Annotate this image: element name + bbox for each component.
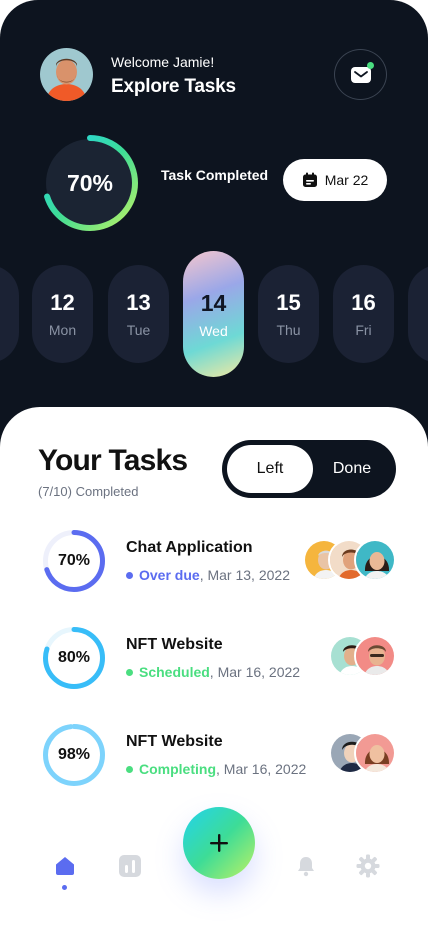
- day-number: 13: [126, 290, 151, 315]
- notification-dot: [367, 62, 374, 69]
- welcome-text: Welcome Jamie!: [111, 54, 215, 70]
- day-label: Fri: [355, 322, 372, 338]
- active-nav-indicator: [62, 885, 67, 890]
- gear-icon: [356, 854, 380, 878]
- section-title: Your Tasks: [38, 444, 188, 477]
- task-date: , Mar 16, 2022: [216, 761, 307, 777]
- chart-icon: [119, 855, 141, 877]
- page-title: Explore Tasks: [111, 76, 236, 97]
- day-number: 16: [351, 290, 376, 315]
- completed-count: (7/10) Completed: [38, 484, 139, 499]
- day-item-wed-selected[interactable]: 14 Wed: [183, 251, 244, 377]
- task-meta: Completing, Mar 16, 2022: [126, 761, 306, 777]
- selected-date: Mar 22: [324, 172, 369, 188]
- day-item-thu[interactable]: 15 Thu: [258, 265, 319, 363]
- task-date: , Mar 16, 2022: [209, 664, 301, 680]
- task-status: Scheduled: [139, 664, 210, 680]
- filter-left-button[interactable]: Left: [227, 445, 313, 493]
- assignee-avatar[interactable]: [354, 732, 396, 774]
- mail-button[interactable]: [334, 49, 387, 100]
- task-title: Chat Application: [126, 539, 253, 556]
- task-meta: Scheduled, Mar 16, 2022: [126, 664, 300, 680]
- app-screen: Welcome Jamie! Explore Tasks 70% Task Co…: [0, 0, 428, 926]
- filter-done-button[interactable]: Done: [313, 445, 391, 493]
- day-number: 14: [200, 289, 227, 316]
- status-dot: [126, 765, 133, 773]
- mail-icon: [350, 66, 371, 83]
- nav-notifications[interactable]: [294, 854, 318, 878]
- home-icon: [56, 857, 74, 875]
- plus-icon: [210, 834, 228, 852]
- day-item-fri[interactable]: 16 Fri: [333, 265, 394, 363]
- day-item-mon[interactable]: 12 Mon: [32, 265, 93, 363]
- overall-progress-ring: 70%: [40, 133, 140, 233]
- assignee-avatar[interactable]: [354, 539, 396, 581]
- assignee-avatar[interactable]: [354, 635, 396, 677]
- task-status: Over due: [139, 567, 200, 583]
- bell-icon: [298, 857, 314, 877]
- nav-home[interactable]: [53, 854, 77, 878]
- user-avatar[interactable]: [40, 48, 93, 101]
- date-picker-button[interactable]: Mar 22: [283, 159, 387, 201]
- task-filter-toggle: Left Done: [222, 440, 396, 498]
- day-number: 12: [50, 290, 75, 315]
- task-completed-label: Task Completed: [161, 167, 269, 183]
- day-label: Mon: [48, 322, 77, 338]
- task-title: NFT Website: [126, 636, 223, 653]
- overall-progress-value: 70%: [66, 169, 114, 196]
- nav-settings[interactable]: [356, 854, 380, 878]
- calendar-icon: [302, 172, 317, 187]
- status-dot: [126, 571, 133, 579]
- add-task-button[interactable]: [183, 807, 255, 879]
- task-title: NFT Website: [126, 733, 223, 750]
- task-progress-value: 70%: [57, 552, 91, 569]
- nav-stats[interactable]: [118, 854, 142, 878]
- task-row[interactable]: 70% Chat Application Over due, Mar 13, 2…: [0, 529, 428, 599]
- day-label: Wed: [199, 322, 228, 339]
- day-number: 15: [276, 290, 301, 315]
- task-meta: Over due, Mar 13, 2022: [126, 567, 290, 583]
- day-item-tue[interactable]: 13 Tue: [108, 265, 169, 363]
- task-status: Completing: [139, 761, 216, 777]
- task-row[interactable]: 80% NFT Website Scheduled, Mar 16, 2022: [0, 626, 428, 696]
- task-progress-value: 80%: [57, 649, 91, 666]
- task-row[interactable]: 98% NFT Website Completing, Mar 16, 2022: [0, 723, 428, 793]
- day-label: Thu: [276, 322, 301, 338]
- status-dot: [126, 668, 133, 676]
- task-progress-value: 98%: [57, 746, 91, 763]
- day-label: Tue: [126, 322, 151, 338]
- task-date: , Mar 13, 2022: [199, 567, 290, 583]
